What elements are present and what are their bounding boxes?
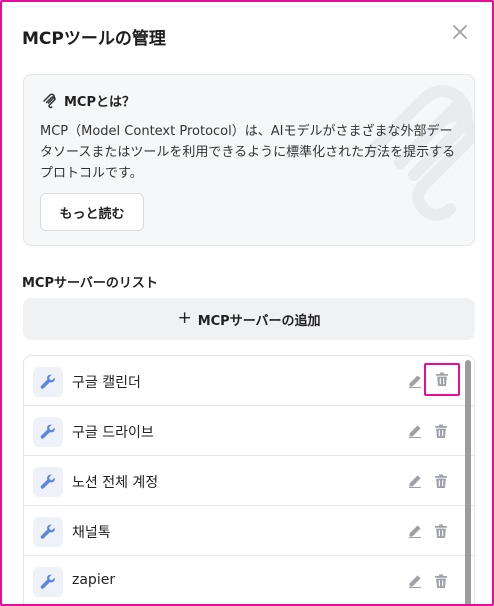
edit-button[interactable] <box>406 422 424 440</box>
mcp-info-card: MCPとは？ MCP（Model Context Protocol）は、AIモデ… <box>23 74 475 246</box>
edit-button[interactable] <box>406 372 424 390</box>
info-title: MCPとは？ <box>64 95 136 110</box>
edit-button[interactable] <box>406 522 424 540</box>
trash-icon <box>435 574 447 588</box>
wrench-icon <box>33 367 63 397</box>
mcp-tools-modal: MCPツールの管理 MCPとは？ MCP（Model Context Proto… <box>0 0 494 606</box>
edit-button[interactable] <box>406 572 424 590</box>
server-name: 채널톡 <box>72 525 111 541</box>
server-name: 구글 드라이브 <box>72 425 154 441</box>
server-row: 노션 전체 계정 <box>24 456 474 506</box>
server-name: 구글 캘린더 <box>72 375 141 391</box>
mcp-logo-icon <box>43 93 56 108</box>
pencil-icon <box>409 475 421 488</box>
trash-icon <box>436 372 448 386</box>
info-header: MCPとは？ <box>42 91 135 110</box>
modal-title: MCPツールの管理 <box>22 29 166 49</box>
trash-icon <box>435 424 447 438</box>
pencil-icon <box>409 575 421 588</box>
delete-button[interactable] <box>424 363 460 396</box>
scrollbar-thumb[interactable] <box>465 360 471 604</box>
wrench-icon <box>33 517 63 547</box>
wrench-icon <box>33 567 63 597</box>
edit-button[interactable] <box>406 472 424 490</box>
server-name: 노션 전체 계정 <box>72 475 159 491</box>
read-more-button[interactable]: もっと読む <box>40 193 144 231</box>
delete-button[interactable] <box>432 422 450 440</box>
close-button[interactable] <box>448 20 472 44</box>
server-row: 구글 캘린더 <box>24 356 474 406</box>
server-row: 구글 드라이브 <box>24 406 474 456</box>
delete-button[interactable] <box>432 522 450 540</box>
trash-icon <box>435 524 447 538</box>
info-description: MCP（Model Context Protocol）は、AIモデルがさまざまな… <box>40 124 456 181</box>
server-row: zapier <box>24 556 474 604</box>
add-mcp-server-button[interactable]: + MCPサーバーの追加 <box>23 298 475 340</box>
delete-button[interactable] <box>432 572 450 590</box>
plus-icon: + <box>177 307 192 328</box>
server-name: zapier <box>72 572 116 588</box>
pencil-icon <box>409 375 421 388</box>
server-list-heading: MCPサーバーのリスト <box>22 276 158 291</box>
add-mcp-server-label: MCPサーバーの追加 <box>197 313 321 329</box>
trash-icon <box>435 474 447 488</box>
server-row: 채널톡 <box>24 506 474 556</box>
wrench-icon <box>33 417 63 447</box>
delete-button[interactable] <box>432 472 450 490</box>
pencil-icon <box>409 525 421 538</box>
server-list: 구글 캘린더 구글 드라이브 노션 전체 계정 채널톡 zapier <box>23 355 475 604</box>
wrench-icon <box>33 467 63 497</box>
pencil-icon <box>409 425 421 438</box>
close-icon <box>453 25 467 39</box>
